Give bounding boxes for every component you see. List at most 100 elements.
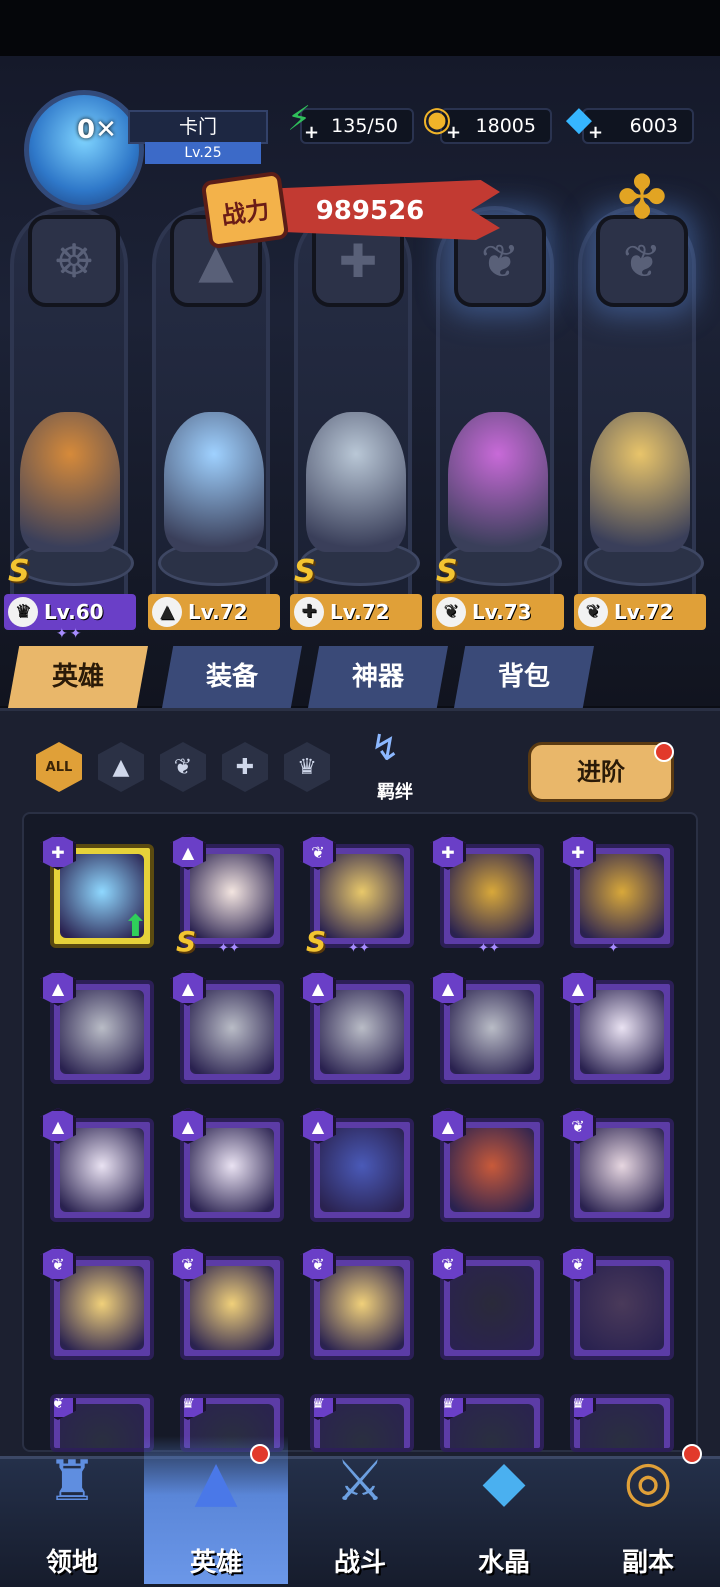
filter-wing-icon[interactable]: ❦: [160, 742, 206, 792]
hero-rank-badge: S: [8, 554, 30, 589]
hero-stars: ✦✦: [56, 626, 84, 642]
filter-beast-icon[interactable]: ♛: [284, 742, 330, 792]
hero-level: Lv.72: [330, 600, 390, 624]
hero-portrait: [580, 854, 664, 938]
hero-portrait: [190, 854, 274, 938]
hero-portrait: [60, 1266, 144, 1350]
hero-card[interactable]: ✚ ✦: [560, 834, 674, 956]
hero-card[interactable]: ▲ S ✦✦: [170, 834, 284, 958]
player-name: 卡门: [128, 110, 268, 144]
crossed-swords-icon: ⚔: [334, 1448, 386, 1514]
nav-item[interactable]: ⚔ 战斗: [288, 1436, 432, 1584]
nav-notification-dot: [682, 1444, 702, 1464]
filter-all[interactable]: ALL: [36, 742, 82, 792]
hero-card[interactable]: ▲: [560, 970, 674, 1084]
tab-equipment[interactable]: 装备: [162, 646, 302, 708]
hero-portrait: [450, 990, 534, 1074]
nav-item[interactable]: ◆ 水晶: [432, 1436, 576, 1584]
nav-label: 领地: [45, 1548, 98, 1578]
hero-card[interactable]: ▲: [300, 970, 414, 1084]
hero-figure: [448, 412, 548, 552]
add-stamina-button[interactable]: +: [304, 122, 319, 143]
hero-mech-spider[interactable]: [292, 412, 420, 562]
nav-item[interactable]: ◎ 副本: [576, 1436, 720, 1584]
hero-card[interactable]: ▲: [430, 970, 544, 1084]
nav-item[interactable]: ♜ 领地: [0, 1436, 144, 1584]
hero-figure: [306, 412, 406, 552]
castle-icon: ♜: [46, 1448, 98, 1514]
hero-level-bar: ✚ Lv.72: [290, 594, 422, 630]
hero-level-bar: ♛ Lv.60: [4, 594, 136, 630]
hero-level: Lv.72: [614, 600, 674, 624]
nav-label: 水晶: [477, 1548, 530, 1578]
hero-portrait: [320, 1266, 404, 1350]
hero-level: Lv.60: [44, 600, 104, 624]
hero-ice-sorceress[interactable]: [150, 412, 278, 562]
advance-button[interactable]: 进阶: [528, 742, 674, 802]
nav-item[interactable]: ▲ 英雄: [144, 1436, 288, 1584]
hero-card[interactable]: ❦: [560, 1246, 674, 1360]
hero-card[interactable]: ✚ ⬆: [40, 834, 154, 948]
hero-card[interactable]: ❦: [430, 1246, 544, 1360]
hero-figure: [164, 412, 264, 552]
hero-card[interactable]: ▲: [40, 1108, 154, 1222]
filter-tech-icon[interactable]: ✚: [222, 742, 268, 792]
nav-notification-dot: [250, 1444, 270, 1464]
wing-class-icon: ❦: [578, 597, 608, 627]
hero-card[interactable]: ✚ ✦✦: [430, 834, 544, 956]
tech-class-icon: ✚: [294, 597, 324, 627]
hero-rank-badge: S: [436, 554, 458, 589]
wing-class-icon: ❦: [436, 597, 466, 627]
add-diamond-button[interactable]: +: [588, 122, 603, 143]
hero-portrait: [320, 854, 404, 938]
hero-card[interactable]: ❦: [40, 1246, 154, 1360]
hero-card[interactable]: ❦: [170, 1246, 284, 1360]
power-value: 989526: [315, 196, 425, 226]
nav-label: 战斗: [333, 1548, 386, 1578]
portal-icon: ◎: [623, 1448, 673, 1514]
hero-level-bar: ❦ Lv.72: [574, 594, 706, 630]
tab-heroes[interactable]: 英雄: [8, 646, 148, 708]
hero-level: Lv.72: [188, 600, 248, 624]
bond-button[interactable]: ↯ 羁绊: [350, 728, 440, 808]
tab-artifact[interactable]: 神器: [308, 646, 448, 708]
hero-portrait: [60, 990, 144, 1074]
shard-summon-icon[interactable]: ✤: [612, 168, 672, 228]
hero-golden-angel[interactable]: [576, 412, 704, 562]
hero-level: Lv.73: [472, 600, 532, 624]
hero-rank-badge: S: [294, 554, 316, 589]
hero-portrait: [60, 1128, 144, 1212]
beast-class-icon: ♛: [8, 597, 38, 627]
hero-portrait: [580, 1266, 664, 1350]
wizard-hat-icon: ▲: [194, 1448, 238, 1514]
hero-card[interactable]: ❦: [560, 1108, 674, 1222]
filter-mage-icon[interactable]: ▲: [98, 742, 144, 792]
hero-portrait: [580, 1128, 664, 1212]
hero-succubus[interactable]: [434, 412, 562, 562]
hero-dragon-druid[interactable]: [6, 412, 134, 562]
hero-portrait: [320, 990, 404, 1074]
hero-card[interactable]: ▲: [430, 1108, 544, 1222]
player-avatar[interactable]: 0✕: [24, 90, 144, 210]
hero-figure: [20, 412, 120, 552]
hero-card[interactable]: ▲: [300, 1108, 414, 1222]
hero-portrait: [190, 990, 274, 1074]
hero-stars: ✦✦: [478, 941, 500, 956]
player-level: Lv.25: [145, 142, 261, 164]
add-gold-button[interactable]: +: [446, 122, 461, 143]
hero-card[interactable]: ▲: [170, 970, 284, 1084]
hero-card[interactable]: ❦ S ✦✦: [300, 834, 414, 958]
hero-portrait: [450, 854, 534, 938]
advance-notification-dot: [654, 742, 674, 762]
status-bar: [0, 0, 720, 56]
hero-rank-badge: S: [306, 925, 327, 958]
hero-card[interactable]: ▲: [40, 970, 154, 1084]
tab-backpack[interactable]: 背包: [454, 646, 594, 708]
hero-portrait: [580, 990, 664, 1074]
hero-rank-badge: S: [176, 925, 197, 958]
hero-card[interactable]: ▲: [170, 1108, 284, 1222]
hero-portrait: [190, 1128, 274, 1212]
hero-card[interactable]: ❦: [300, 1246, 414, 1360]
hero-stars: ✦✦: [218, 941, 240, 956]
hero-portrait: [190, 1266, 274, 1350]
